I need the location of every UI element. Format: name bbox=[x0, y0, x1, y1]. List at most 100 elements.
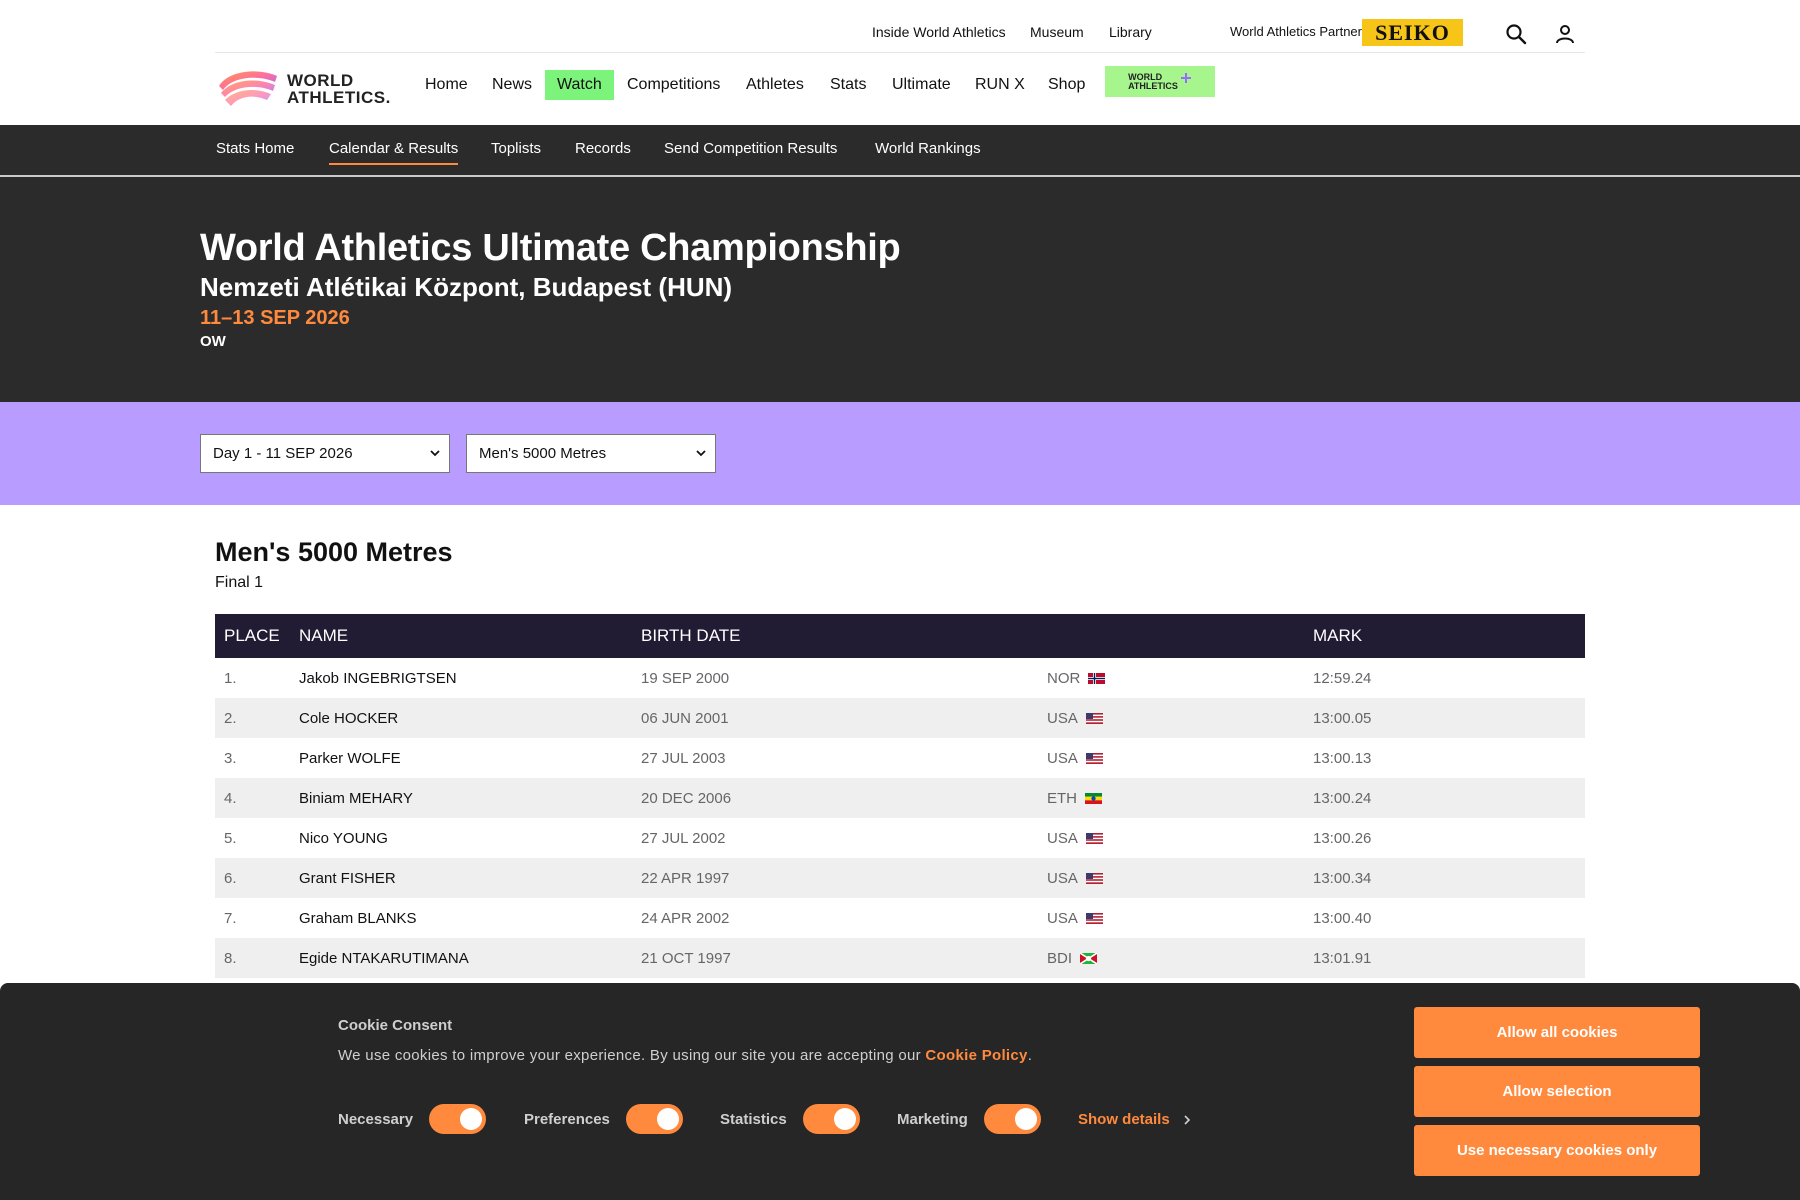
cookie-policy-link[interactable]: Cookie Policy bbox=[925, 1047, 1027, 1064]
header-place: PLACE bbox=[215, 614, 290, 658]
event-select[interactable]: Men's 5000 Metres bbox=[466, 434, 716, 473]
utility-link-library[interactable]: Library bbox=[1109, 24, 1152, 40]
nav-watch[interactable]: Watch bbox=[545, 70, 614, 100]
cookie-consent-banner: Cookie Consent We use cookies to improve… bbox=[0, 983, 1800, 1200]
cell-place: 3. bbox=[224, 749, 237, 767]
cell-athlete-name[interactable]: Grant FISHER bbox=[290, 858, 632, 898]
cell-mark: 13:00.26 bbox=[1313, 829, 1372, 847]
flag-usa-icon bbox=[1085, 832, 1103, 844]
competition-title: World Athletics Ultimate Championship bbox=[200, 227, 901, 269]
nav-stats[interactable]: Stats bbox=[818, 70, 878, 100]
table-row: 8. Egide NTAKARUTIMANA 21 OCT 1997 BDI 1… bbox=[215, 938, 1585, 978]
header-mark: MARK bbox=[1304, 614, 1585, 658]
seiko-logo[interactable]: SEIKO bbox=[1362, 19, 1463, 46]
table-row: 7. Graham BLANKS 24 APR 2002 USA 13:00.4… bbox=[215, 898, 1585, 938]
cell-athlete-name[interactable]: Biniam MEHARY bbox=[290, 778, 632, 818]
nav-shop[interactable]: Shop bbox=[1036, 70, 1097, 100]
table-row: 4. Biniam MEHARY 20 DEC 2006 ETH 13:00.2… bbox=[215, 778, 1585, 818]
toggle-knob bbox=[460, 1108, 482, 1130]
cell-birth-date: 27 JUL 2002 bbox=[641, 829, 726, 847]
cell-birth-date: 21 OCT 1997 bbox=[632, 938, 1038, 978]
country-code: BDI bbox=[1047, 949, 1073, 967]
cell-country: USA bbox=[1038, 858, 1304, 898]
nav-news[interactable]: News bbox=[480, 70, 544, 100]
nav-athletes[interactable]: Athletes bbox=[734, 70, 816, 100]
cell-mark: 13:00.05 bbox=[1304, 698, 1585, 738]
country-code: USA bbox=[1047, 909, 1078, 927]
nav-ultimate[interactable]: Ultimate bbox=[880, 70, 963, 100]
subnav-stats-home[interactable]: Stats Home bbox=[216, 140, 294, 163]
flag-usa-icon bbox=[1085, 912, 1103, 924]
cell-country: NOR bbox=[1038, 658, 1304, 698]
utility-bar: Inside World Athletics Museum Library Wo… bbox=[215, 0, 1585, 53]
nav-competitions[interactable]: Competitions bbox=[615, 70, 732, 100]
toggle-marketing[interactable] bbox=[984, 1104, 1041, 1134]
allow-all-cookies-button[interactable]: Allow all cookies bbox=[1414, 1007, 1700, 1058]
nav-runx[interactable]: RUN X bbox=[963, 70, 1037, 100]
cell-athlete-name[interactable]: Egide NTAKARUTIMANA bbox=[290, 938, 632, 978]
show-details-link[interactable]: Show details bbox=[1078, 1111, 1192, 1128]
subnav-world-rankings[interactable]: World Rankings bbox=[875, 140, 981, 163]
country-code: USA bbox=[1047, 749, 1078, 767]
allow-selection-button[interactable]: Allow selection bbox=[1414, 1066, 1700, 1117]
toggle-knob bbox=[657, 1108, 679, 1130]
toggle-preferences[interactable] bbox=[626, 1104, 683, 1134]
logo-text: WORLD ATHLETICS. bbox=[287, 72, 391, 106]
toggle-statistics[interactable] bbox=[803, 1104, 860, 1134]
cell-mark: 12:59.24 bbox=[1313, 669, 1372, 687]
cell-place: 7. bbox=[224, 909, 237, 927]
utility-link-inside[interactable]: Inside World Athletics bbox=[872, 24, 1006, 40]
table-row: 1. Jakob INGEBRIGTSEN 19 SEP 2000 NOR 12… bbox=[215, 658, 1585, 698]
cell-mark: 13:01.91 bbox=[1304, 938, 1585, 978]
cell-place: 2. bbox=[215, 698, 290, 738]
cell-athlete-name[interactable]: Cole HOCKER bbox=[290, 698, 632, 738]
competition-category: OW bbox=[200, 333, 226, 350]
competition-venue: Nemzeti Atlétikai Központ, Budapest (HUN… bbox=[200, 272, 733, 302]
wa-plus-line-2: ATHLETICS bbox=[1128, 80, 1178, 91]
flag-nor-icon bbox=[1088, 672, 1106, 684]
toggle-label-preferences: Preferences bbox=[524, 1111, 610, 1128]
country-code: NOR bbox=[1047, 669, 1081, 687]
nav-home[interactable]: Home bbox=[413, 70, 480, 100]
world-athletics-plus-button[interactable]: WORLD ATHLETICS bbox=[1105, 66, 1215, 97]
logo-line-2: ATHLETICS. bbox=[287, 88, 391, 107]
cell-birth-date: 06 JUN 2001 bbox=[632, 698, 1038, 738]
cell-athlete-name[interactable]: Parker WOLFE bbox=[290, 738, 632, 778]
toggle-knob bbox=[1015, 1108, 1037, 1130]
cell-athlete-name[interactable]: Nico YOUNG bbox=[290, 818, 632, 858]
filter-band: Day 1 - 11 SEP 2026 Men's 5000 Metres bbox=[0, 402, 1800, 505]
subnav-toplists[interactable]: Toplists bbox=[491, 140, 541, 163]
subnav-calendar-results[interactable]: Calendar & Results bbox=[329, 140, 459, 165]
cookie-title: Cookie Consent bbox=[338, 1017, 453, 1034]
cell-country: USA bbox=[1038, 698, 1304, 738]
cookie-text-end: . bbox=[1027, 1047, 1033, 1064]
cell-birth-date: 24 APR 2002 bbox=[641, 909, 730, 927]
subnav-records[interactable]: Records bbox=[575, 140, 631, 163]
country-code: USA bbox=[1047, 829, 1078, 847]
country-code: USA bbox=[1047, 709, 1078, 727]
cell-mark: 13:00.40 bbox=[1313, 909, 1372, 927]
cell-mark: 13:00.13 bbox=[1313, 749, 1372, 767]
cell-birth-date: 27 JUL 2003 bbox=[641, 749, 726, 767]
cell-athlete-name[interactable]: Graham BLANKS bbox=[290, 898, 632, 938]
cell-athlete-name[interactable]: Jakob INGEBRIGTSEN bbox=[290, 658, 632, 698]
subnav-send-results[interactable]: Send Competition Results bbox=[664, 140, 837, 163]
world-athletics-logo[interactable]: WORLD ATHLETICS. bbox=[215, 63, 400, 115]
toggle-necessary[interactable] bbox=[429, 1104, 486, 1134]
search-icon[interactable] bbox=[1504, 22, 1528, 46]
plus-icon bbox=[1180, 72, 1191, 83]
day-select-value: Day 1 - 11 SEP 2026 bbox=[213, 445, 353, 462]
flag-eth-icon bbox=[1085, 792, 1102, 804]
flag-usa-icon bbox=[1085, 752, 1103, 764]
cell-mark: 13:00.24 bbox=[1304, 778, 1585, 818]
table-row: 3. Parker WOLFE 27 JUL 2003 USA 13:00.13 bbox=[215, 738, 1585, 778]
utility-link-museum[interactable]: Museum bbox=[1030, 24, 1084, 40]
logo-mark-icon bbox=[219, 71, 277, 106]
cell-birth-date: 19 SEP 2000 bbox=[641, 669, 730, 687]
user-icon[interactable] bbox=[1553, 22, 1577, 46]
day-select[interactable]: Day 1 - 11 SEP 2026 bbox=[200, 434, 450, 473]
cell-country: USA bbox=[1038, 738, 1304, 778]
necessary-cookies-only-button[interactable]: Use necessary cookies only bbox=[1414, 1125, 1700, 1176]
header-name: NAME bbox=[290, 614, 632, 658]
cell-country: USA bbox=[1038, 818, 1304, 858]
